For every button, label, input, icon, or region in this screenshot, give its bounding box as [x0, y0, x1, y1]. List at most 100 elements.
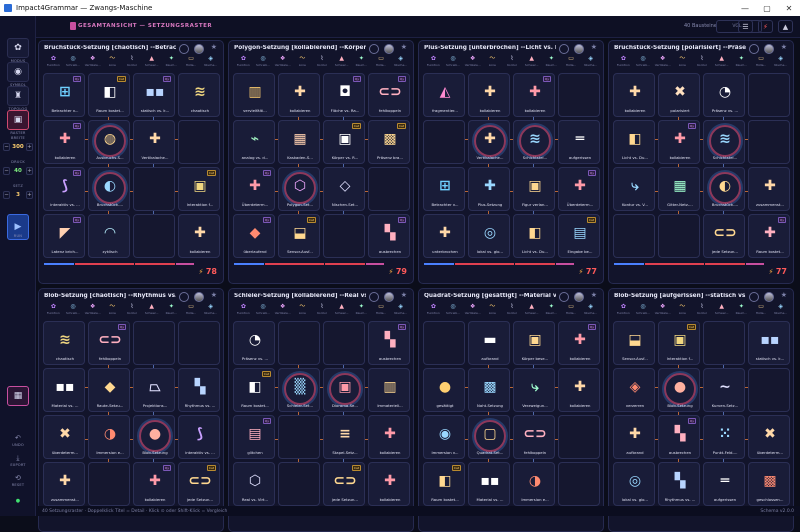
blend-icon[interactable]: [574, 292, 584, 302]
panel-tool-8[interactable]: ◈ Nische...: [581, 303, 600, 319]
panel-title[interactable]: Bruchstück-Setzung [chaotisch] --Betrach…: [44, 45, 176, 51]
grid-cell[interactable]: ⊂⊃ jede Setzun...: [703, 214, 745, 258]
panel-title[interactable]: Plus-Setzung [unterbrochen] --Licht vs. …: [424, 45, 556, 51]
grid-cell[interactable]: ◍ Ausbruchs-S...: [88, 120, 130, 164]
setzung-panel[interactable]: Blob-Setzung [chaotisch] --Rhythmus vs. …: [38, 288, 224, 532]
panel-tool-4[interactable]: ⌇ Kontur: [313, 303, 332, 319]
grid-cell[interactable]: Qy ▪▪ statisch vs. k...: [133, 73, 175, 117]
panel-title[interactable]: Blob-Setzung [chaotisch] --Rhythmus vs. …: [44, 293, 176, 299]
grid-cell[interactable]: ◇ Nischen-Set...: [323, 167, 365, 211]
setzung-panel[interactable]: Bruchstück-Setzung [chaotisch] --Betrach…: [38, 40, 224, 284]
panel-tool-3[interactable]: 〜 Linie: [673, 55, 692, 71]
panel-tool-3[interactable]: 〜 Linie: [483, 303, 502, 319]
grid-cell[interactable]: ▬ aufbrand: [468, 321, 510, 365]
grid-cell[interactable]: ◑ Immersion e...: [513, 462, 555, 506]
grid-cell[interactable]: [278, 415, 320, 459]
star-icon[interactable]: ★: [211, 43, 217, 51]
panel-tool-0[interactable]: ✿ Funktion: [44, 55, 63, 71]
grid-cell[interactable]: ═ aufgerissen: [703, 462, 745, 506]
grid-cell[interactable]: ✚ Vertikalache...: [133, 120, 175, 164]
grid-cell[interactable]: ⬡ Real vs. Virt...: [233, 462, 275, 506]
panel-title[interactable]: Polygon-Setzung [kollabierend] --Körper …: [234, 45, 366, 51]
grid-cell[interactable]: Cat ▣ Interaktion f...: [658, 321, 700, 365]
panel-tool-8[interactable]: ◈ Nische...: [581, 55, 600, 71]
panel-tool-5[interactable]: ▲ Schwer...: [712, 55, 731, 71]
decrement-button[interactable]: −: [3, 142, 10, 151]
panel-tool-7[interactable]: ▭ Hülle...: [182, 55, 201, 71]
grid-cell[interactable]: ✚ kollabieren: [278, 73, 320, 117]
panel-tool-4[interactable]: ⌇ Kontur: [313, 55, 332, 71]
setzung-panel[interactable]: Plus-Setzung [unterbrochen] --Licht vs. …: [418, 40, 604, 284]
grid-cell[interactable]: [558, 415, 600, 459]
warning-icon[interactable]: ▲: [778, 20, 793, 33]
panel-tool-3[interactable]: 〜 Linie: [293, 55, 312, 71]
grid-cell[interactable]: [558, 73, 600, 117]
sidebar-bottom-icon-1[interactable]: ⤓: [0, 454, 36, 463]
blend-icon[interactable]: [194, 44, 204, 54]
panel-tool-0[interactable]: ✿ Funktion: [424, 55, 443, 71]
grid-cell[interactable]: [748, 120, 790, 164]
blend-icon[interactable]: [764, 292, 774, 302]
panel-tool-8[interactable]: ◈ Nische...: [771, 55, 790, 71]
minimize-icon[interactable]: —: [734, 0, 756, 16]
grid-cell[interactable]: Qy ✚ Überdeterm...: [233, 167, 275, 211]
panel-tool-2[interactable]: ❖ Vertikale...: [273, 55, 292, 71]
sidebar-bottom-icon-0[interactable]: ↶: [0, 434, 36, 442]
grid-cell[interactable]: Qy ▚ ausbrechen: [658, 415, 700, 459]
grid-cell[interactable]: Cat ◧ Raum kostet...: [88, 73, 130, 117]
grid-cell[interactable]: ⊞ Betrachter v...: [423, 167, 465, 211]
panel-tool-6[interactable]: ✦ Raum...: [542, 303, 561, 319]
blend-icon[interactable]: [764, 44, 774, 54]
setzung-panel[interactable]: Quadrat-Setzung [gesättigt] --Material v…: [418, 288, 604, 532]
grid-cell[interactable]: [278, 321, 320, 365]
grid-cell[interactable]: Qy ✚ kollabieren: [513, 73, 555, 117]
grid-cell[interactable]: ═ aufgerissen: [558, 120, 600, 164]
panel-tool-7[interactable]: ▭ Hülle...: [752, 55, 771, 71]
panel-tool-5[interactable]: ▲ Schwer...: [522, 303, 541, 319]
grid-cell[interactable]: ◔ Präsenz vs. ...: [703, 73, 745, 117]
grid-cell[interactable]: ◎ lokal vs. glo...: [468, 214, 510, 258]
panel-tool-7[interactable]: ▭ Hülle...: [182, 303, 201, 319]
grid-cell[interactable]: ⟆ interaktiv vs. ...: [178, 415, 220, 459]
grid-cell[interactable]: [748, 368, 790, 412]
grid-cell[interactable]: [323, 321, 365, 365]
panel-tool-6[interactable]: ✦ Raum...: [542, 55, 561, 71]
grid-cell[interactable]: Qy ✚ Raum kostet...: [748, 214, 790, 258]
star-icon[interactable]: ★: [401, 291, 407, 299]
panel-tool-7[interactable]: ▭ Hülle...: [562, 303, 581, 319]
grid-cell[interactable]: Qy ✚ Überdeterm...: [558, 167, 600, 211]
grid-cell[interactable]: ∼ Kurven-Setz...: [703, 368, 745, 412]
compare-toggle-icon[interactable]: [559, 292, 569, 302]
grid-view-button[interactable]: ▦: [7, 386, 29, 406]
panel-tool-0[interactable]: ✿ Funktion: [614, 303, 633, 319]
grid-cell[interactable]: [88, 462, 130, 506]
grid-cell[interactable]: ≡ Stapel-Setz...: [323, 415, 365, 459]
star-icon[interactable]: ★: [591, 291, 597, 299]
grid-cell[interactable]: ✚ kollabieren: [613, 73, 655, 117]
panel-tool-1[interactable]: ◎ Schreib...: [64, 303, 83, 319]
grid-cell[interactable]: ≋ chaotisch: [178, 73, 220, 117]
grid-cell[interactable]: ◈ verzerren: [613, 368, 655, 412]
panel-tool-4[interactable]: ⌇ Kontur: [123, 303, 142, 319]
sidebar-item-1[interactable]: ◉: [7, 62, 29, 82]
grid-cell[interactable]: ⁙ Punkt-Feld-...: [703, 415, 745, 459]
grid-cell[interactable]: Qy ⊞ Betrachter v...: [43, 73, 85, 117]
grid-cell[interactable]: ⤷ Verzweigun...: [513, 368, 555, 412]
grid-cell[interactable]: [748, 73, 790, 117]
panel-tool-5[interactable]: ▲ Schwer...: [522, 55, 541, 71]
panel-tool-0[interactable]: ✿ Funktion: [44, 303, 63, 319]
panel-tool-3[interactable]: 〜 Linie: [103, 55, 122, 71]
compare-toggle-icon[interactable]: [749, 292, 759, 302]
panel-title[interactable]: Schleier-Setzung [kollabierend] --Real v…: [234, 293, 366, 299]
blend-icon[interactable]: [194, 292, 204, 302]
panel-tool-2[interactable]: ❖ Vertikale...: [463, 303, 482, 319]
grid-cell[interactable]: ✖ polarisiert: [658, 73, 700, 117]
grid-cell[interactable]: Qy ▚ ausbrechen: [368, 214, 410, 258]
grid-cell[interactable]: ✖ überdeterm...: [748, 415, 790, 459]
sidebar-item-0[interactable]: ✿: [7, 38, 29, 58]
panel-tool-5[interactable]: ▲ Schwer...: [142, 303, 161, 319]
grid-cell[interactable]: Cat ▩ Präsenz bra...: [368, 120, 410, 164]
grid-cell[interactable]: ● Blob-Setzung: [133, 415, 175, 459]
grid-cell[interactable]: [703, 321, 745, 365]
grid-cell[interactable]: ⬓ Sensor-Ausf...: [613, 321, 655, 365]
